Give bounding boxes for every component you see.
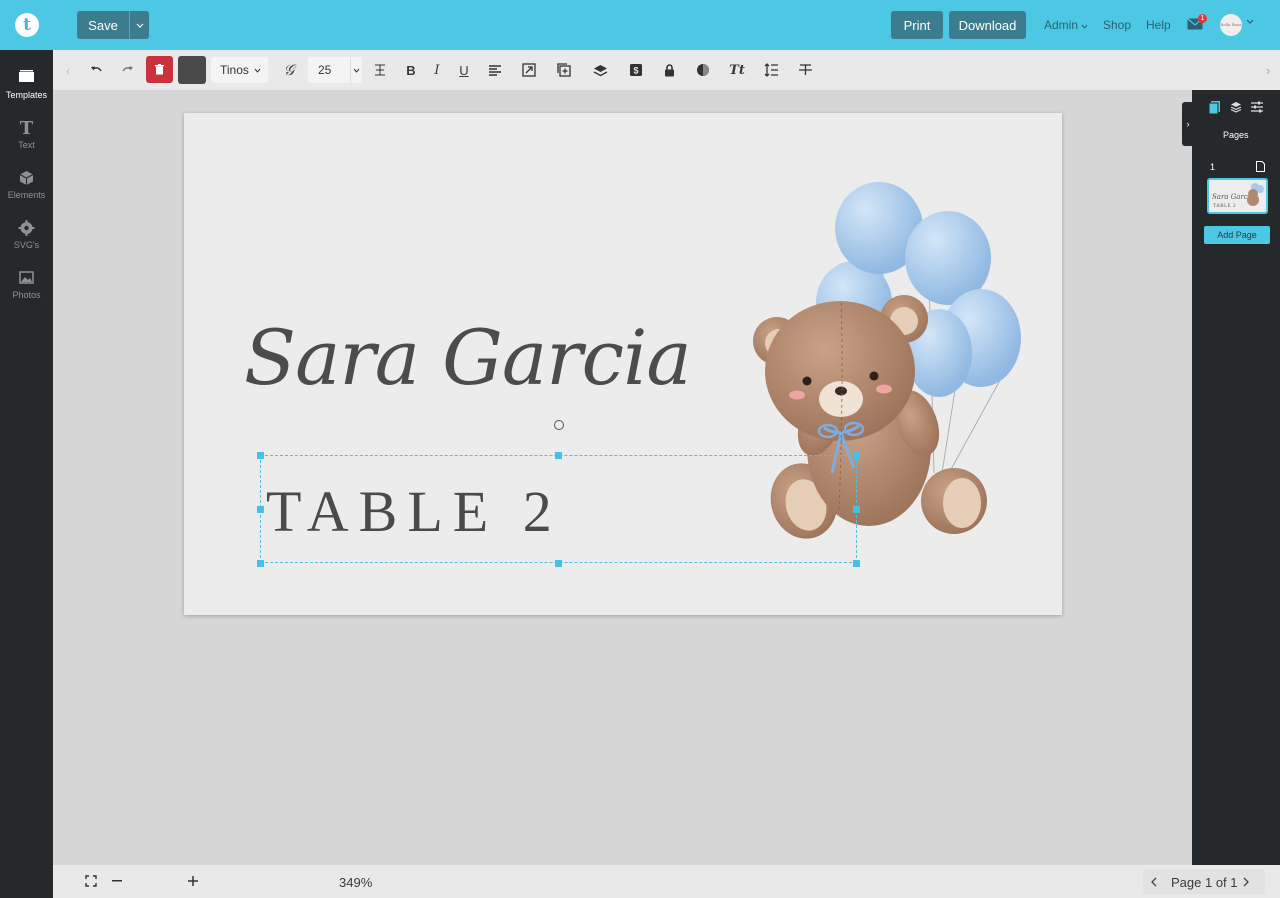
text-transform-icon[interactable]: Tt	[726, 59, 748, 81]
save-group: Save	[77, 11, 149, 39]
letter-spacing-icon[interactable]	[369, 59, 391, 81]
panel-collapse-chevron-icon[interactable]: ›	[1182, 102, 1194, 146]
line-height-icon[interactable]	[760, 59, 782, 81]
sidebar-label: SVG's	[13, 240, 40, 250]
resize-handle[interactable]	[853, 506, 860, 513]
text-toolbar: ‹ Tinos 𝒢 25 B I U $ Tt ›	[53, 50, 1280, 90]
photos-icon	[19, 271, 34, 284]
svg-icon	[18, 220, 35, 236]
settings-sliders-icon[interactable]	[1251, 101, 1263, 113]
admin-menu[interactable]: Admin	[1044, 18, 1088, 32]
save-button[interactable]: Save	[77, 11, 129, 39]
sidebar-item-svgs[interactable]: SVG's	[0, 212, 53, 258]
font-size-field[interactable]: 25	[308, 57, 350, 83]
text-color-swatch[interactable]	[178, 56, 206, 84]
zoom-out-icon[interactable]	[112, 880, 122, 882]
duplicate-icon[interactable]	[553, 59, 575, 81]
sidebar-item-templates[interactable]: Templates	[0, 62, 53, 108]
page-number: 1	[1210, 162, 1216, 172]
chevron-down-icon	[1081, 24, 1088, 29]
avatar[interactable]: Bella Rosa	[1220, 14, 1242, 36]
add-page-button[interactable]: Add Page	[1204, 226, 1270, 244]
lock-icon[interactable]	[658, 59, 680, 81]
previous-page-icon[interactable]	[1151, 877, 1157, 887]
sidebar-label: Text	[18, 140, 35, 150]
shop-link[interactable]: Shop	[1103, 18, 1131, 32]
fit-screen-icon[interactable]	[85, 875, 97, 887]
chevron-down-icon[interactable]	[1246, 19, 1254, 24]
sidebar-item-text[interactable]: T Text	[0, 112, 53, 158]
sidebar-label: Elements	[7, 190, 46, 200]
resize-handle[interactable]	[257, 506, 264, 513]
zoom-in-icon[interactable]	[188, 876, 198, 886]
strikethrough-icon[interactable]	[794, 59, 816, 81]
admin-label: Admin	[1044, 18, 1079, 32]
left-sidebar: Templates T Text Elements SVG's Photos	[0, 50, 53, 898]
price-tag-icon[interactable]: $	[625, 59, 647, 81]
underline-icon[interactable]: U	[453, 59, 475, 81]
download-button[interactable]: Download	[949, 11, 1026, 39]
sidebar-label: Templates	[5, 90, 48, 100]
page-icon[interactable]	[1256, 161, 1265, 172]
sidebar-item-elements[interactable]: Elements	[0, 162, 53, 208]
svg-text:$: $	[633, 66, 638, 76]
svg-text:T: T	[20, 118, 34, 138]
elements-icon	[19, 171, 34, 185]
help-link[interactable]: Help	[1146, 18, 1171, 32]
next-page-icon[interactable]	[1243, 877, 1249, 887]
text-icon: T	[20, 118, 34, 138]
font-family-select[interactable]: Tinos	[211, 57, 268, 83]
chevron-down-icon	[254, 68, 261, 73]
resize-icon[interactable]	[518, 59, 540, 81]
pages-icon[interactable]	[1209, 101, 1220, 114]
resize-handle[interactable]	[257, 560, 264, 567]
scroll-right-icon[interactable]: ›	[1257, 59, 1279, 81]
opacity-icon[interactable]	[692, 59, 714, 81]
top-bar: t Save Print Download Admin Shop Help 1 …	[0, 0, 1280, 50]
undo-icon[interactable]	[85, 59, 107, 81]
resize-handle[interactable]	[853, 560, 860, 567]
notification-badge: 1	[1198, 14, 1207, 23]
selection-box	[260, 455, 857, 563]
redo-icon[interactable]	[117, 59, 139, 81]
templates-icon	[19, 70, 34, 82]
layers-icon[interactable]	[1230, 101, 1242, 113]
scroll-left-icon[interactable]: ‹	[57, 59, 79, 81]
font-name: Tinos	[220, 63, 249, 77]
print-button[interactable]: Print	[891, 11, 943, 39]
app-logo[interactable]: t	[15, 13, 39, 37]
save-options-chevron-icon[interactable]	[129, 11, 149, 39]
bottom-bar: 349%	[53, 865, 1280, 898]
trash-icon	[155, 64, 164, 75]
align-left-icon[interactable]	[484, 59, 506, 81]
layers-icon[interactable]	[589, 59, 611, 81]
page-indicator: Page 1 of 1	[1171, 875, 1238, 890]
font-style-icon[interactable]: 𝒢	[278, 59, 300, 81]
resize-handle[interactable]	[257, 452, 264, 459]
sidebar-label: Photos	[12, 290, 41, 300]
resize-handle[interactable]	[555, 452, 562, 459]
rotate-handle-icon[interactable]	[554, 420, 564, 430]
pages-tab-label: Pages	[1223, 130, 1249, 140]
font-size-chevron-icon[interactable]	[350, 57, 362, 83]
italic-icon[interactable]: I	[426, 59, 448, 81]
resize-handle[interactable]	[555, 560, 562, 567]
zoom-level: 349%	[339, 875, 373, 890]
svg-text:TABLE 2: TABLE 2	[1213, 204, 1236, 209]
delete-button[interactable]	[146, 56, 173, 83]
name-text[interactable]: Sara Garcia	[244, 313, 692, 402]
design-canvas[interactable]: Sara Garcia TABLE 2	[184, 113, 1062, 615]
bold-icon[interactable]: B	[400, 59, 422, 81]
page-thumbnail[interactable]: Sara Garcia TABLE 2	[1207, 178, 1268, 214]
sidebar-item-photos[interactable]: Photos	[0, 262, 53, 308]
resize-handle[interactable]	[853, 452, 860, 459]
